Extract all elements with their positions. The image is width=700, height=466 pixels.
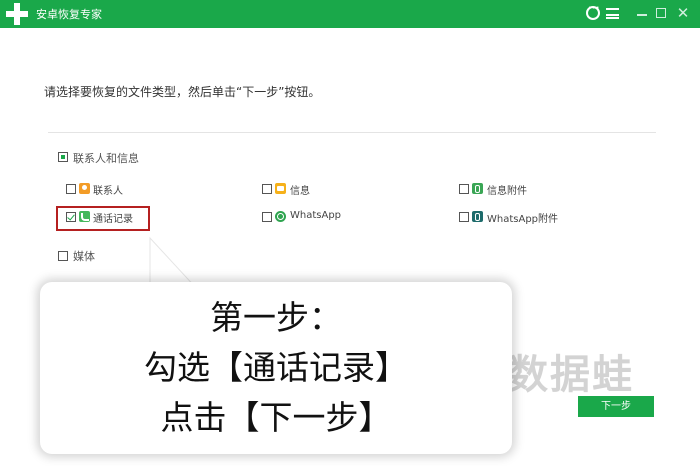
minimize-icon[interactable]	[637, 14, 647, 16]
checkbox-contacts[interactable]	[66, 184, 76, 194]
whatsapp-icon	[275, 211, 286, 222]
menu-icon[interactable]	[606, 8, 619, 19]
messages-icon	[275, 183, 286, 194]
checkbox-messages[interactable]	[262, 184, 272, 194]
attachment-icon	[472, 183, 483, 194]
item-label-contacts: 联系人	[93, 186, 123, 197]
group-checkbox-media[interactable]	[58, 251, 68, 261]
callout-line-1: 第一步：	[210, 298, 342, 337]
group-checkbox-contacts-messages[interactable]	[58, 152, 68, 162]
group-label-contacts-messages: 联系人和信息	[73, 152, 139, 165]
watermark-text: 数据蛙	[508, 352, 634, 398]
checkbox-message-attachments[interactable]	[459, 184, 469, 194]
close-icon[interactable]: ✕	[676, 3, 690, 23]
maximize-icon[interactable]	[656, 8, 666, 18]
item-label-whatsapp-attachments: WhatsApp附件	[487, 214, 559, 225]
contacts-icon	[79, 183, 90, 194]
item-label-message-attachments: 信息附件	[487, 186, 527, 197]
group-label-media: 媒体	[73, 250, 95, 263]
whatsapp-attachment-icon	[472, 211, 483, 222]
feedback-chat-icon[interactable]	[586, 3, 600, 20]
callout-line-2: 勾选【通话记录】	[144, 348, 408, 387]
call-log-highlight-box	[56, 206, 150, 231]
app-logo-icon	[6, 3, 28, 25]
checkbox-whatsapp[interactable]	[262, 212, 272, 222]
title-bar: 安卓恢复专家 ✕	[0, 0, 700, 28]
divider	[48, 132, 656, 133]
instruction-text: 请选择要恢复的文件类型，然后单击“下一步”按钮。	[44, 85, 321, 99]
tutorial-callout: 第一步： 勾选【通话记录】 点击【下一步】	[40, 282, 512, 454]
callout-line-3: 点击【下一步】	[160, 398, 392, 437]
checkbox-whatsapp-attachments[interactable]	[459, 212, 469, 222]
item-label-messages: 信息	[290, 186, 310, 197]
window-title: 安卓恢复专家	[36, 8, 102, 21]
item-label-whatsapp: WhatsApp	[290, 210, 342, 221]
next-step-button[interactable]: 下一步	[578, 396, 654, 417]
